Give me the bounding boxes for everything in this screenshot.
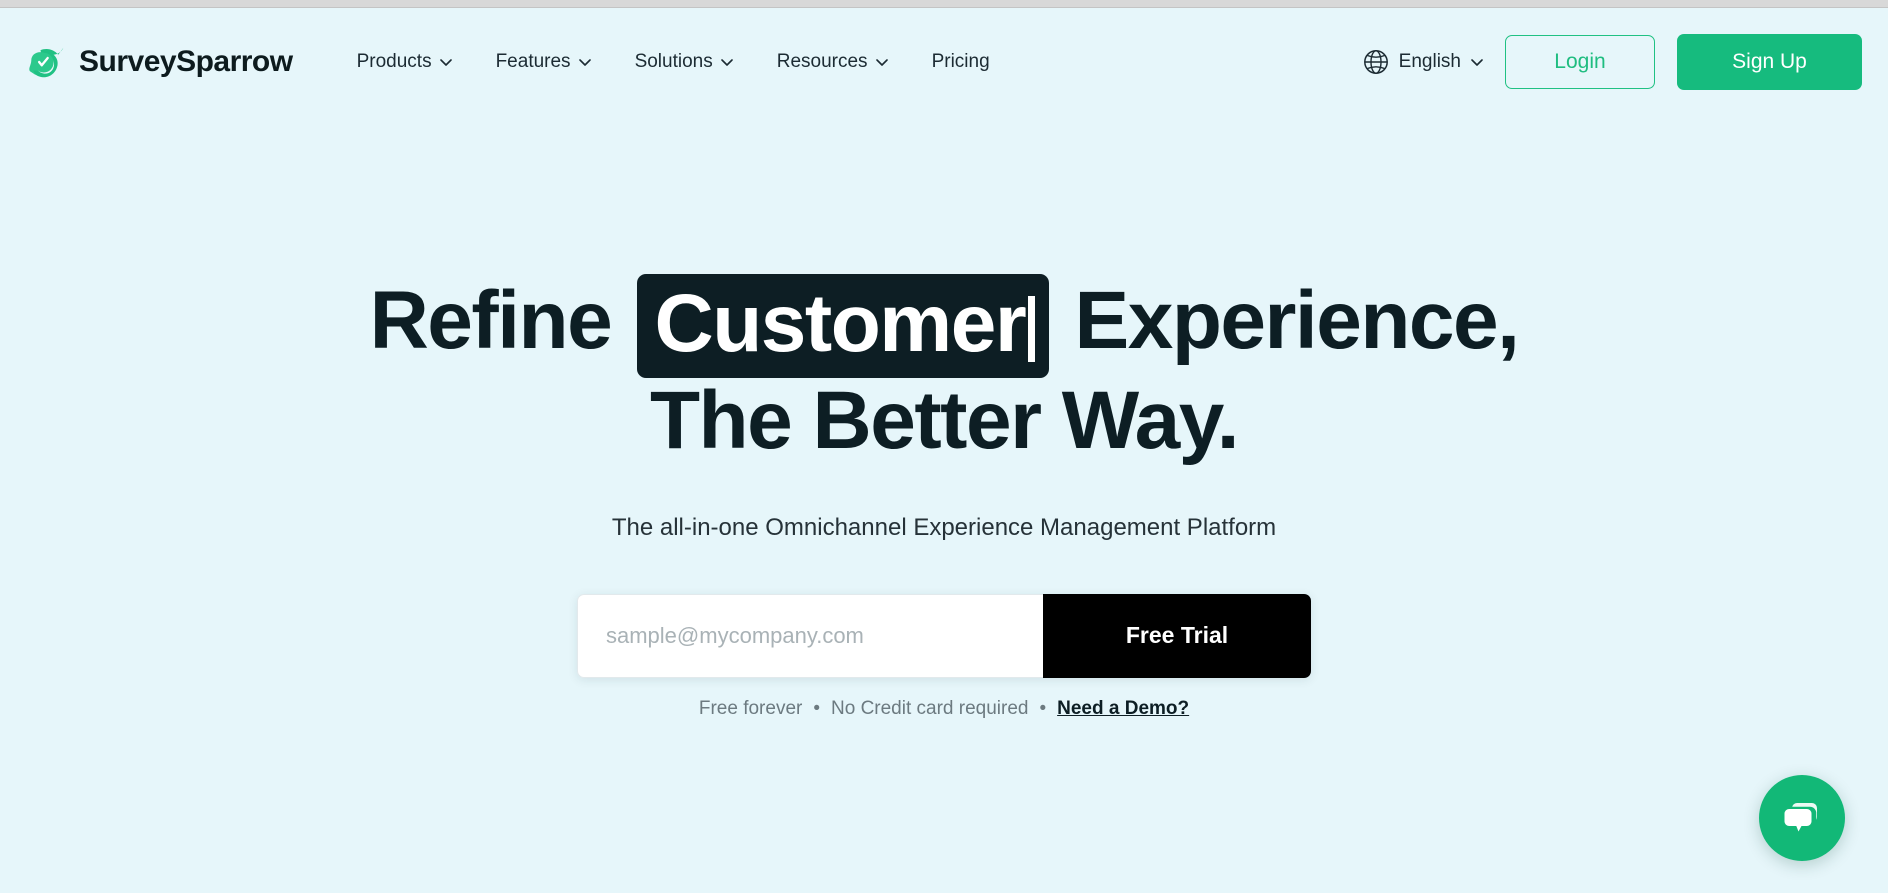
note-no-credit-card: No Credit card required <box>831 697 1029 719</box>
sparrow-check-logo-icon <box>29 47 64 78</box>
browser-chrome-strip <box>0 0 1888 8</box>
nav-label-solutions: Solutions <box>634 51 713 72</box>
brand-logo-link[interactable]: SurveySparrow <box>26 41 293 83</box>
site-header: SurveySparrow Products Features Solution… <box>0 8 1888 116</box>
page-title: Refine Customer Experience, The Better W… <box>369 271 1520 467</box>
note-separator: • <box>1039 697 1047 719</box>
chat-bubbles-icon <box>1784 803 1817 836</box>
headline-highlight-text: Customer <box>654 278 1027 369</box>
header-actions: English Login Sign Up <box>1363 34 1862 90</box>
brand-name: SurveySparrow <box>79 45 293 78</box>
chevron-down-icon <box>875 58 888 66</box>
nav-item-pricing[interactable]: Pricing <box>932 51 990 73</box>
nav-label-features: Features <box>495 51 571 72</box>
need-a-demo-link[interactable]: Need a Demo? <box>1057 698 1189 720</box>
login-button[interactable]: Login <box>1505 35 1655 89</box>
nav-label-products: Products <box>356 51 432 72</box>
hero-section: Refine Customer Experience, The Better W… <box>0 116 1888 720</box>
chevron-down-icon <box>1471 58 1483 66</box>
hero-subtitle: The all-in-one Omnichannel Experience Ma… <box>611 513 1277 541</box>
typing-caret-icon <box>1028 296 1036 362</box>
headline-suffix: Experience, <box>1074 275 1520 366</box>
nav-item-resources[interactable]: Resources <box>777 51 888 73</box>
headline-highlight: Customer <box>636 274 1050 378</box>
form-note: Free forever • No Credit card required •… <box>699 698 1189 720</box>
email-input[interactable] <box>577 593 1043 678</box>
note-separator: • <box>813 697 820 719</box>
chevron-down-icon <box>578 58 591 66</box>
nav-item-products[interactable]: Products <box>357 51 452 73</box>
chat-widget-button[interactable] <box>1759 775 1845 861</box>
free-trial-form: Free Trial <box>577 593 1311 678</box>
signup-button[interactable]: Sign Up <box>1677 34 1862 90</box>
free-trial-button[interactable]: Free Trial <box>1043 593 1311 678</box>
language-selector[interactable]: English <box>1363 49 1483 75</box>
main-navigation: Products Features Solutions Resources Pr… <box>357 51 990 73</box>
nav-item-features[interactable]: Features <box>496 51 591 73</box>
language-label: English <box>1398 51 1461 72</box>
nav-label-pricing: Pricing <box>931 51 990 72</box>
headline-line-1: Refine Customer Experience, <box>369 271 1520 378</box>
globe-icon <box>1363 50 1388 74</box>
nav-label-resources: Resources <box>776 51 868 72</box>
headline-line-2: The Better Way. <box>649 374 1240 466</box>
chevron-down-icon <box>439 58 452 66</box>
nav-item-solutions[interactable]: Solutions <box>635 51 733 73</box>
note-free-forever: Free forever <box>698 697 803 719</box>
chevron-down-icon <box>720 58 733 66</box>
page-root: SurveySparrow Products Features Solution… <box>0 8 1888 893</box>
headline-prefix: Refine <box>369 275 613 366</box>
